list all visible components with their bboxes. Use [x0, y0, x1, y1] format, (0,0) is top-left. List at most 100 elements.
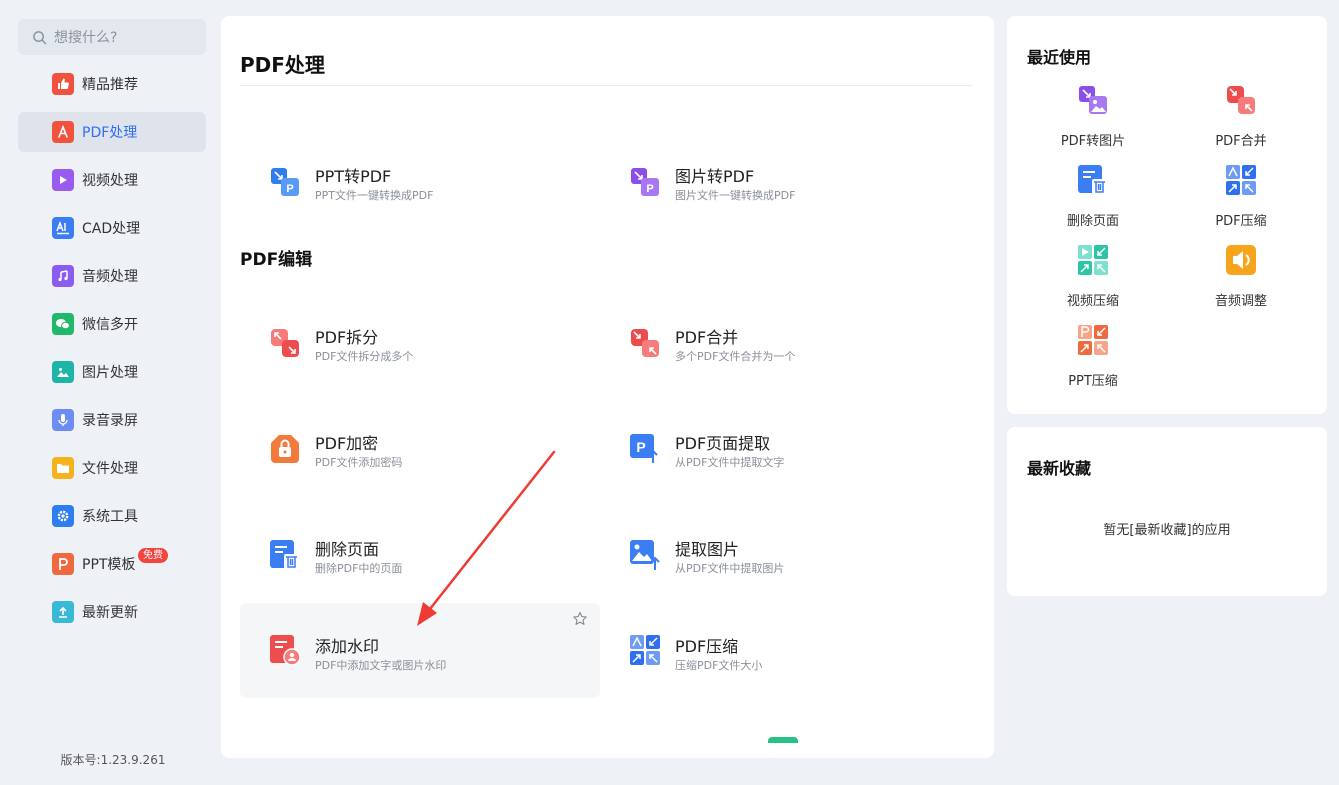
favorites-empty-text: 暂无[最新收藏]的应用 [1103, 523, 1231, 538]
sidebar-item-label: 微信多开 [82, 317, 138, 333]
recent-label: PDF合并 [1215, 134, 1267, 149]
favorite-star-icon[interactable] [572, 611, 588, 627]
video-compress-icon [1078, 245, 1108, 275]
music-icon [52, 265, 74, 287]
tool-extract-image[interactable]: 提取图片 从PDF文件中提取图片 [600, 506, 960, 602]
free-badge: 免费 [138, 548, 168, 563]
tool-desc: 从PDF文件中提取图片 [675, 562, 785, 575]
pdf-merge-icon [1227, 86, 1255, 114]
divider [240, 85, 972, 86]
tool-pdf-compress[interactable]: PDF压缩 压缩PDF文件大小 [600, 603, 960, 698]
sidebar-item-cad[interactable]: CAD处理 [18, 208, 206, 248]
sidebar-item-label: PPT模板 [82, 557, 136, 573]
sidebar-item-label: PDF处理 [82, 125, 138, 141]
recent-item-audio-adjust[interactable]: 音频调整 [1171, 244, 1311, 309]
pdf-compress-icon [630, 635, 660, 665]
gear-icon [52, 505, 74, 527]
tool-name: PDF加密 [315, 434, 379, 453]
tool-desc: PDF文件拆分成多个 [315, 350, 414, 363]
tool-pdf-page-extract[interactable]: P PDF页面提取 从PDF文件中提取文字 [600, 400, 960, 496]
sidebar-item-label: 最新更新 [82, 605, 138, 621]
svg-text:P: P [646, 183, 653, 195]
tool-name: 提取图片 [675, 540, 740, 559]
sidebar-item-recommended[interactable]: 精品推荐 [18, 64, 206, 104]
recent-item-ppt-compress[interactable]: PPT压缩 [1023, 324, 1163, 389]
sidebar-item-label: 系统工具 [82, 509, 138, 525]
recent-label: 删除页面 [1066, 214, 1119, 229]
sidebar-item-image[interactable]: 图片处理 [18, 352, 206, 392]
sidebar-item-audio[interactable]: 音频处理 [18, 256, 206, 296]
ppt-icon [52, 553, 74, 575]
tool-name: PDF页面提取 [675, 434, 771, 453]
tool-add-watermark[interactable]: 添加水印 PDF中添加文字或图片水印 [240, 603, 600, 698]
tool-desc: 从PDF文件中提取文字 [675, 456, 785, 469]
image-to-pdf-icon: P [631, 168, 659, 196]
recent-item-pdf-merge[interactable]: PDF合并 [1171, 84, 1311, 149]
tool-pdf-merge[interactable]: PDF合并 多个PDF文件合并为一个 [600, 294, 960, 390]
sidebar-item-record[interactable]: 录音录屏 [18, 400, 206, 440]
extract-image-icon [630, 540, 660, 570]
pdf-icon [52, 121, 74, 143]
main-panel: PDF处理 P PPT转PDF PPT文件一键转换成PDF P 图片转PDF 图… [221, 16, 994, 758]
pdf-split-icon [271, 329, 299, 357]
recent-panel: 最近使用 PDF转图片 PDF合并 删除页面 PDF压缩 视频压缩 音频调整 P… [1007, 16, 1327, 414]
tool-pdf-split[interactable]: PDF拆分 PDF文件拆分成多个 [240, 294, 600, 390]
tool-desc: 删除PDF中的页面 [315, 562, 403, 575]
favorites-title: 最新收藏 [1027, 459, 1092, 478]
tool-desc: PDF中添加文字或图片水印 [315, 659, 447, 672]
tool-name: PPT转PDF [315, 167, 392, 186]
sidebar-item-label: 录音录屏 [82, 413, 138, 429]
sidebar-item-updates[interactable]: 最新更新 [18, 592, 206, 632]
upload-icon [52, 601, 74, 623]
sidebar-item-ppt[interactable]: PPT模板 免费 [18, 544, 206, 584]
wechat-icon [52, 313, 74, 335]
version-label: 版本号:1.23.9.261 [60, 753, 166, 767]
recent-title: 最近使用 [1027, 48, 1092, 67]
video-play-icon [52, 169, 74, 191]
tool-desc: 图片文件一键转换成PDF [675, 189, 796, 202]
search-placeholder: 想搜什么? [54, 30, 118, 46]
sidebar-item-pdf[interactable]: PDF处理 [18, 112, 206, 152]
microphone-icon [52, 409, 74, 431]
sidebar-item-system[interactable]: 系统工具 [18, 496, 206, 536]
sidebar-item-label: 精品推荐 [82, 77, 138, 93]
recent-item-pdf-to-image[interactable]: PDF转图片 [1023, 84, 1163, 149]
recent-label: PDF压缩 [1215, 214, 1267, 229]
sidebar-nav: 精品推荐 PDF处理 视频处理 CAD处理 音频处理 微信多开 图片处理 录音录… [18, 64, 206, 640]
tool-delete-page[interactable]: 删除页面 删除PDF中的页面 [240, 506, 600, 602]
sidebar-item-wechat[interactable]: 微信多开 [18, 304, 206, 344]
recent-label: 视频压缩 [1066, 294, 1119, 309]
recent-item-delete-page[interactable]: 删除页面 [1023, 164, 1163, 229]
sidebar-item-label: 图片处理 [82, 365, 138, 381]
pdf-compress-icon [1226, 165, 1256, 195]
tool-pdf-encrypt[interactable]: PDF加密 PDF文件添加密码 [240, 400, 600, 496]
ppt-compress-icon [1078, 325, 1108, 355]
page-extract-icon: P [630, 434, 658, 463]
tool-image-to-pdf[interactable]: P 图片转PDF 图片文件一键转换成PDF [600, 133, 960, 229]
tool-desc: 多个PDF文件合并为一个 [675, 350, 796, 363]
thumbs-up-icon [52, 73, 74, 95]
recent-label: PDF转图片 [1060, 134, 1126, 149]
recent-item-video-compress[interactable]: 视频压缩 [1023, 244, 1163, 309]
ppt-to-pdf-icon: P [271, 168, 299, 196]
favorites-panel: 最新收藏 暂无[最新收藏]的应用 [1007, 427, 1327, 596]
search-input[interactable]: 想搜什么? [18, 19, 206, 55]
image-icon [52, 361, 74, 383]
sidebar-item-label: 音频处理 [82, 269, 138, 285]
svg-text:P: P [636, 439, 645, 455]
lock-icon [271, 435, 299, 463]
tool-ppt-to-pdf[interactable]: P PPT转PDF PPT文件一键转换成PDF [240, 133, 600, 229]
pdf-to-image-icon [1079, 86, 1107, 114]
recent-label: PPT压缩 [1068, 374, 1118, 389]
tool-name: PDF压缩 [675, 637, 739, 656]
watermark-icon [270, 635, 301, 666]
delete-page-icon [270, 540, 299, 569]
tool-name: PDF拆分 [315, 328, 379, 347]
section-title-pdf-edit: PDF编辑 [240, 250, 313, 270]
sidebar-item-video[interactable]: 视频处理 [18, 160, 206, 200]
tool-name: 删除页面 [315, 540, 380, 559]
recent-item-pdf-compress[interactable]: PDF压缩 [1171, 164, 1311, 229]
tool-name: 图片转PDF [675, 167, 755, 186]
folder-icon [52, 457, 74, 479]
sidebar-item-file[interactable]: 文件处理 [18, 448, 206, 488]
